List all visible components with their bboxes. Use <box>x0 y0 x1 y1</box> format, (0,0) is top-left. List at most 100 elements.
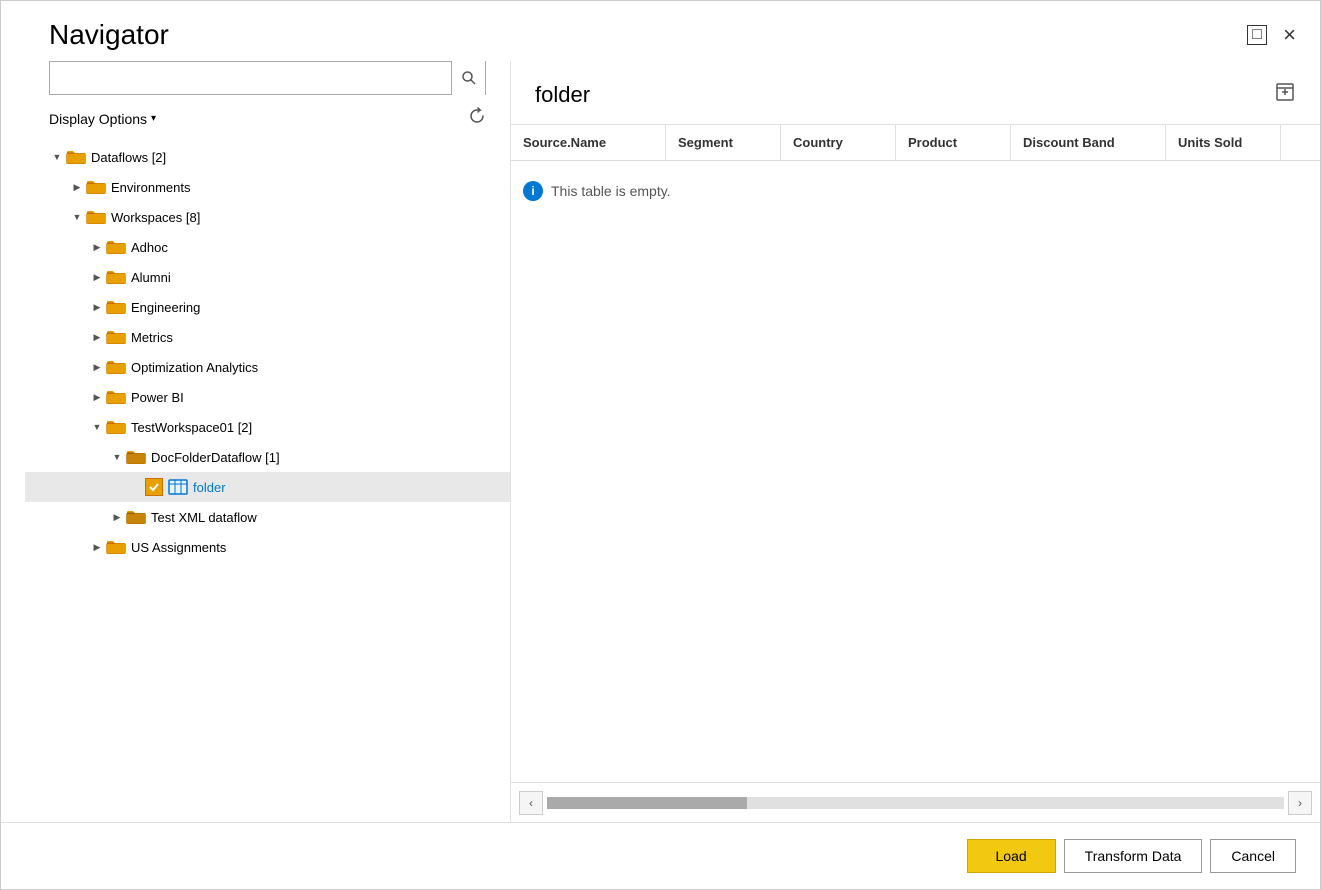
tree-label-us-assignments: US Assignments <box>131 540 226 555</box>
refresh-icon[interactable] <box>468 107 486 130</box>
tree-label-alumni: Alumni <box>131 270 171 285</box>
tree-container: ▼ Dataflows [2]▶ Environments▼ Workspace… <box>1 142 510 822</box>
scroll-left-button[interactable]: ‹ <box>519 791 543 815</box>
tree-item-optimization-analytics[interactable]: ▶ Optimization Analytics <box>25 352 510 382</box>
chevron-icon-metrics: ▶ <box>89 329 105 345</box>
folder-icon-us-assignments <box>105 538 127 556</box>
tree-item-docfolderdataflow[interactable]: ▼ DocFolderDataflow [1] <box>25 442 510 472</box>
display-options-arrow: ▾ <box>151 113 156 124</box>
empty-message: i This table is empty. <box>523 181 1320 201</box>
search-wrapper <box>49 61 486 95</box>
tree-item-metrics[interactable]: ▶ Metrics <box>25 322 510 352</box>
tree-label-metrics: Metrics <box>131 330 173 345</box>
tree-item-test-xml-dataflow[interactable]: ▶ Test XML dataflow <box>25 502 510 532</box>
navigator-dialog: Navigator □ × <box>0 0 1321 890</box>
tree-item-folder[interactable]: folder <box>25 472 510 502</box>
folder-icon-test-xml-dataflow <box>125 508 147 526</box>
right-panel: folder Source.Name Segment Country Produ… <box>511 61 1320 822</box>
load-button[interactable]: Load <box>967 839 1056 873</box>
maximize-button[interactable]: □ <box>1247 25 1267 45</box>
table-header: Source.Name Segment Country Product Disc… <box>511 125 1320 161</box>
display-options-bar: Display Options ▾ <box>1 107 510 142</box>
checkbox-folder <box>145 478 163 496</box>
display-options-button[interactable]: Display Options ▾ <box>49 111 156 127</box>
display-options-label: Display Options <box>49 111 147 127</box>
tree-item-testworkspace01[interactable]: ▼ TestWorkspace01 [2] <box>25 412 510 442</box>
chevron-icon-folder <box>129 479 145 495</box>
table-body: i This table is empty. <box>511 161 1320 782</box>
col-header-segment: Segment <box>666 125 781 160</box>
folder-icon-engineering <box>105 298 127 316</box>
tree-item-engineering[interactable]: ▶ Engineering <box>25 292 510 322</box>
chevron-icon-adhoc: ▶ <box>89 239 105 255</box>
search-button[interactable] <box>451 61 485 95</box>
tree-item-adhoc[interactable]: ▶ Adhoc <box>25 232 510 262</box>
tree-item-us-assignments[interactable]: ▶ US Assignments <box>25 532 510 562</box>
close-button[interactable]: × <box>1283 22 1296 48</box>
chevron-icon-optimization-analytics: ▶ <box>89 359 105 375</box>
tree-label-optimization-analytics: Optimization Analytics <box>131 360 258 375</box>
tree-label-workspaces: Workspaces [8] <box>111 210 200 225</box>
tree-label-adhoc: Adhoc <box>131 240 168 255</box>
window-controls: □ × <box>1247 22 1296 48</box>
chevron-icon-environments: ▶ <box>69 179 85 195</box>
chevron-icon-docfolderdataflow: ▼ <box>109 449 125 465</box>
tree-label-dataflows: Dataflows [2] <box>91 150 166 165</box>
chevron-icon-engineering: ▶ <box>89 299 105 315</box>
scroll-right-button[interactable]: › <box>1288 791 1312 815</box>
info-icon: i <box>523 181 543 201</box>
folder-icon-adhoc <box>105 238 127 256</box>
chevron-icon-workspaces: ▼ <box>69 209 85 225</box>
scroll-track[interactable] <box>547 797 1284 809</box>
folder-icon-testworkspace01 <box>105 418 127 436</box>
col-header-country: Country <box>781 125 896 160</box>
title-bar: Navigator □ × <box>1 1 1320 61</box>
table-area: Source.Name Segment Country Product Disc… <box>511 125 1320 822</box>
folder-icon-alumni <box>105 268 127 286</box>
right-header: folder <box>511 61 1320 125</box>
export-icon[interactable] <box>1274 81 1296 108</box>
footer: Load Transform Data Cancel <box>1 822 1320 889</box>
tree-label-environments: Environments <box>111 180 190 195</box>
chevron-icon-us-assignments: ▶ <box>89 539 105 555</box>
transform-data-button[interactable]: Transform Data <box>1064 839 1203 873</box>
tree-item-alumni[interactable]: ▶ Alumni <box>25 262 510 292</box>
tree-label-test-xml-dataflow: Test XML dataflow <box>151 510 257 525</box>
folder-icon-metrics <box>105 328 127 346</box>
chevron-icon-test-xml-dataflow: ▶ <box>109 509 125 525</box>
chevron-icon-testworkspace01: ▼ <box>89 419 105 435</box>
tree-label-testworkspace01: TestWorkspace01 [2] <box>131 420 252 435</box>
tree-item-workspaces[interactable]: ▼ Workspaces [8] <box>25 202 510 232</box>
col-header-product: Product <box>896 125 1011 160</box>
chevron-icon-alumni: ▶ <box>89 269 105 285</box>
folder-title: folder <box>535 82 590 108</box>
dialog-title: Navigator <box>49 19 169 51</box>
folder-icon-power-bi <box>105 388 127 406</box>
col-header-discount-band: Discount Band <box>1011 125 1166 160</box>
cancel-button[interactable]: Cancel <box>1210 839 1296 873</box>
horizontal-scrollbar[interactable]: ‹ › <box>511 782 1320 822</box>
tree-label-folder: folder <box>193 480 226 495</box>
tree-label-docfolderdataflow: DocFolderDataflow [1] <box>151 450 280 465</box>
tree-item-environments[interactable]: ▶ Environments <box>25 172 510 202</box>
folder-icon-docfolderdataflow <box>125 448 147 466</box>
tree-item-dataflows[interactable]: ▼ Dataflows [2] <box>25 142 510 172</box>
tree-label-power-bi: Power BI <box>131 390 184 405</box>
empty-message-text: This table is empty. <box>551 183 671 199</box>
left-panel: Display Options ▾ ▼ Dataflows [2] ▶ <box>1 61 511 822</box>
search-icon <box>462 71 476 85</box>
main-content: Display Options ▾ ▼ Dataflows [2] ▶ <box>1 61 1320 822</box>
search-bar <box>1 61 510 95</box>
scroll-thumb[interactable] <box>547 797 747 809</box>
folder-icon-workspaces <box>85 208 107 226</box>
col-header-units-sold: Units Sold <box>1166 125 1281 160</box>
tree-label-engineering: Engineering <box>131 300 200 315</box>
chevron-icon-dataflows: ▼ <box>49 149 65 165</box>
tree-item-power-bi[interactable]: ▶ Power BI <box>25 382 510 412</box>
chevron-icon-power-bi: ▶ <box>89 389 105 405</box>
search-input[interactable] <box>50 71 451 86</box>
folder-icon-dataflows <box>65 148 87 166</box>
col-header-source-name: Source.Name <box>511 125 666 160</box>
folder-icon-optimization-analytics <box>105 358 127 376</box>
folder-icon-environments <box>85 178 107 196</box>
